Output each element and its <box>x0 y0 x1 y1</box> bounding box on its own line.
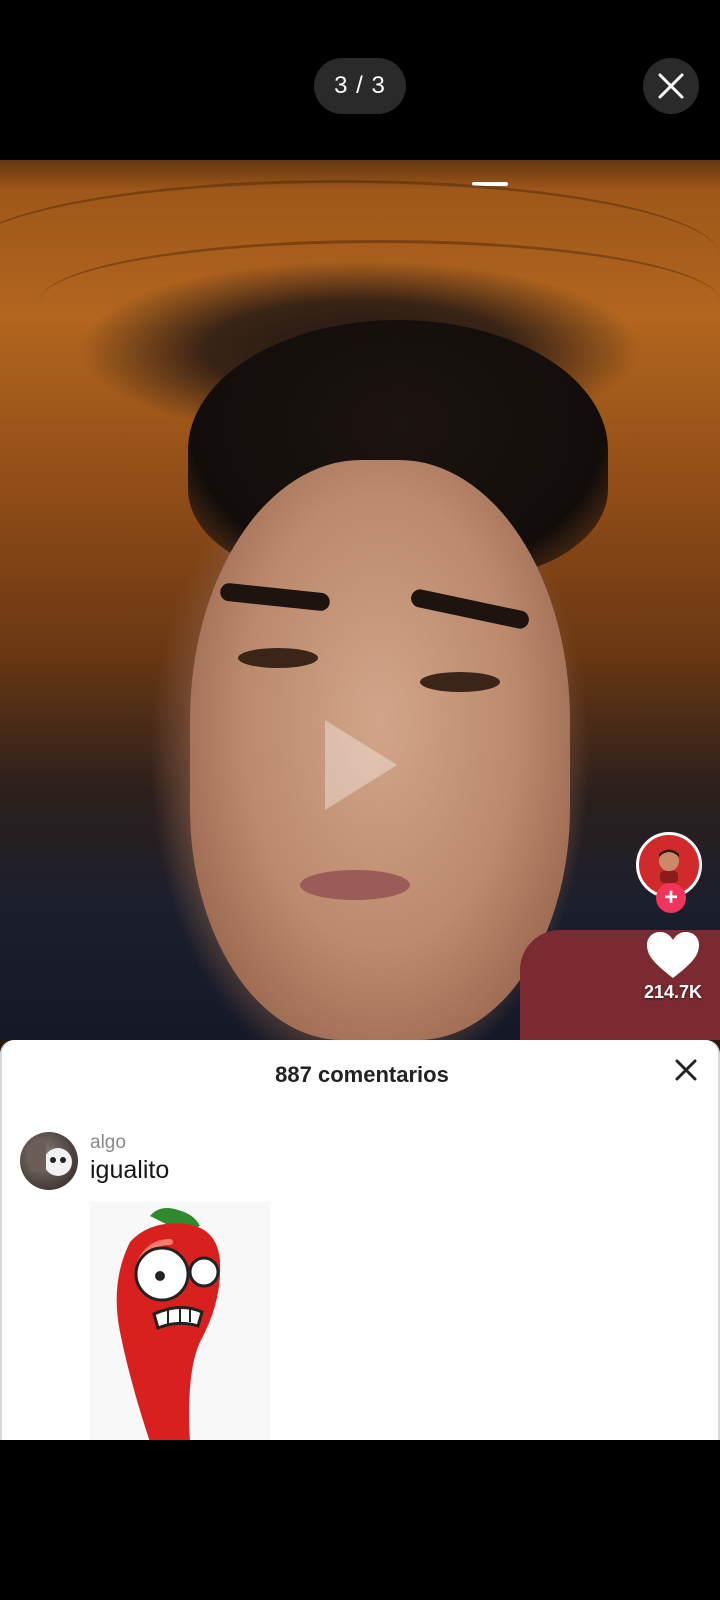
like-count: 214.7K <box>643 982 703 1002</box>
follow-plus-button[interactable]: + <box>656 883 686 913</box>
image-counter: 3 / 3 <box>314 58 406 114</box>
creator-avatar-icon <box>659 849 679 883</box>
comment-text: igualito <box>90 1156 170 1184</box>
commenter-avatar[interactable] <box>20 1132 78 1190</box>
play-icon[interactable] <box>325 720 397 810</box>
chili-pepper-sticker <box>90 1202 270 1440</box>
comment-username[interactable]: algo <box>90 1132 126 1154</box>
close-icon <box>675 1059 697 1081</box>
chili-pepper-icon <box>116 1208 221 1440</box>
heart-icon <box>647 932 699 978</box>
plus-icon: + <box>663 884 678 911</box>
comments-title: 887 comentarios <box>275 1062 449 1087</box>
shared-screenshot: + 214.7K 887 comentarios algo igualito <box>0 160 720 1440</box>
left-eye <box>238 648 318 668</box>
close-comments-button[interactable] <box>674 1058 704 1088</box>
skull-avatar-icon <box>30 1142 72 1176</box>
image-viewer: 3 / 3 + 214.7K 887 comentarios algo igua… <box>0 0 720 1600</box>
right-eye <box>420 672 500 692</box>
like-button[interactable] <box>645 930 701 980</box>
person-mouth <box>300 870 410 900</box>
close-viewer-button[interactable] <box>643 58 699 114</box>
close-icon <box>658 73 684 99</box>
comments-sheet: 887 comentarios algo igualito <box>0 1040 720 1440</box>
image-counter-text: 3 / 3 <box>334 72 386 99</box>
video-frame[interactable]: + 214.7K <box>0 160 720 1040</box>
